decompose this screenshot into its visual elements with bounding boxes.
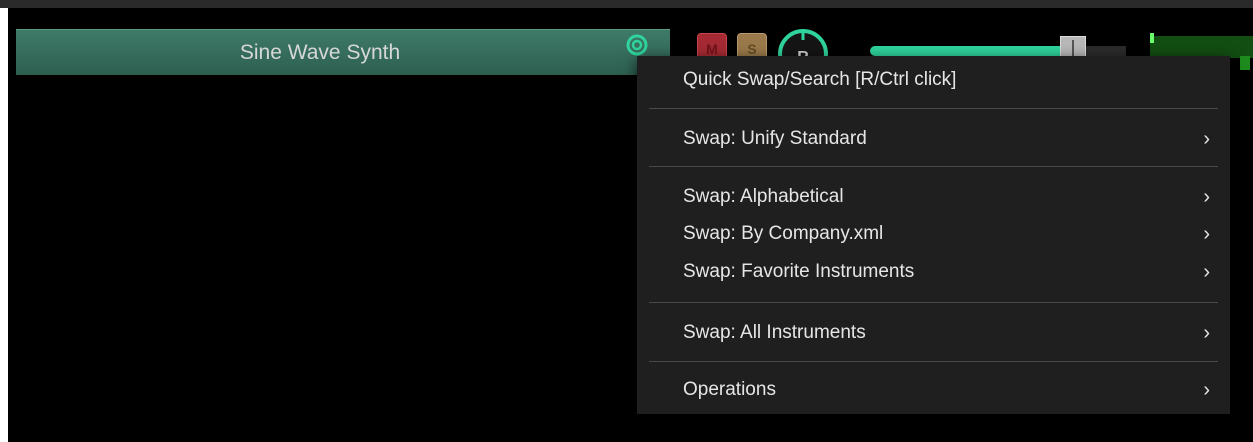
chevron-right-icon: › <box>1203 322 1210 344</box>
track-header[interactable]: Sine Wave Synth <box>16 29 670 75</box>
menu-separator <box>649 166 1218 167</box>
chevron-right-icon: › <box>1203 261 1210 283</box>
track-name: Sine Wave Synth <box>239 41 401 64</box>
top-border <box>0 0 1253 8</box>
menu-item-all-instruments[interactable]: Swap: All Instruments › <box>637 315 1230 351</box>
meter-indicator <box>1240 56 1250 70</box>
menu-item-by-company[interactable]: Swap: By Company.xml › <box>637 216 1230 252</box>
menu-item-label: Swap: All Instruments <box>683 322 866 343</box>
chevron-right-icon: › <box>1203 379 1210 401</box>
menu-item-unify-standard[interactable]: Swap: Unify Standard › <box>637 121 1230 157</box>
menu-separator <box>649 361 1218 362</box>
menu-item-operations[interactable]: Operations › <box>637 372 1230 408</box>
menu-item-alphabetical[interactable]: Swap: Alphabetical › <box>637 179 1230 215</box>
instrument-target-icon[interactable] <box>626 34 648 56</box>
menu-item-label: Operations <box>683 379 776 400</box>
chevron-right-icon: › <box>1203 223 1210 245</box>
chevron-right-icon: › <box>1203 186 1210 208</box>
menu-item-label: Swap: Alphabetical <box>683 186 844 207</box>
context-menu: Quick Swap/Search [R/Ctrl click] Swap: U… <box>637 56 1230 414</box>
meter-peak-marker <box>1150 33 1154 43</box>
menu-item-favorite-instruments[interactable]: Swap: Favorite Instruments › <box>637 254 1230 290</box>
level-meter <box>1150 36 1253 58</box>
menu-item-label: Swap: By Company.xml <box>683 223 884 244</box>
volume-fader[interactable] <box>870 46 1126 56</box>
menu-item-label: Swap: Favorite Instruments <box>683 261 915 282</box>
chevron-right-icon: › <box>1203 128 1210 150</box>
menu-separator <box>649 302 1218 303</box>
volume-fill <box>870 46 1067 56</box>
menu-separator <box>649 108 1218 109</box>
menu-item-label: Quick Swap/Search [R/Ctrl click] <box>683 69 957 90</box>
menu-item-label: Swap: Unify Standard <box>683 128 867 149</box>
menu-item-quick-swap[interactable]: Quick Swap/Search [R/Ctrl click] <box>637 62 1230 98</box>
